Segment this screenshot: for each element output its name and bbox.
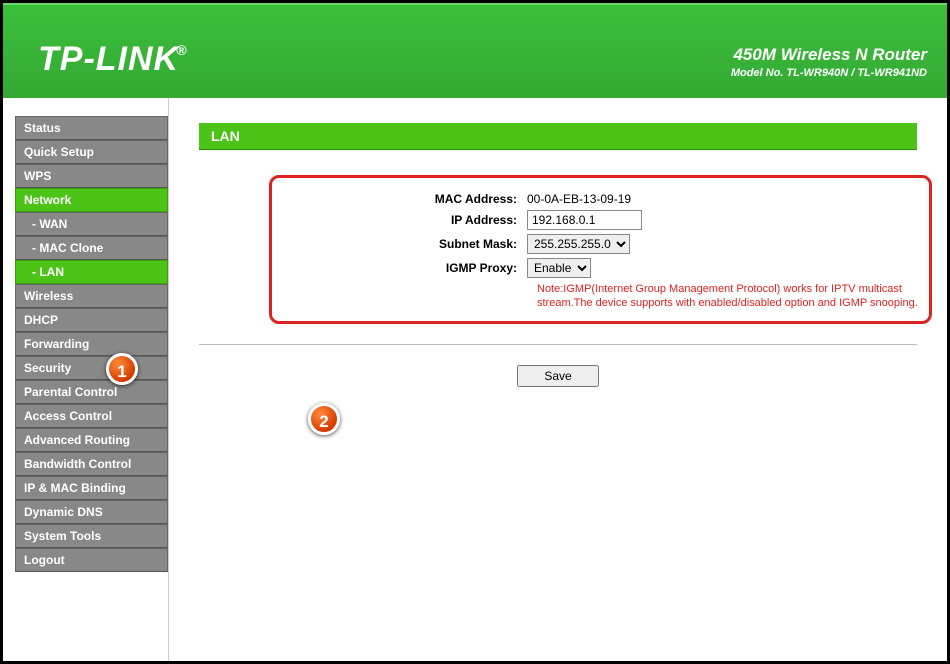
sidebar-item-network[interactable]: Network (15, 188, 168, 212)
row-mask: Subnet Mask: 255.255.255.0 (277, 234, 924, 254)
label-ip: IP Address: (277, 213, 527, 227)
sidebar-item-access-control[interactable]: Access Control (15, 404, 168, 428)
label-mac: MAC Address: (277, 192, 527, 206)
sidebar-item-parental-control[interactable]: Parental Control (15, 380, 168, 404)
sidebar-item-label: Dynamic DNS (24, 505, 103, 519)
sidebar-item-wps[interactable]: WPS (15, 164, 168, 188)
sidebar-item-dynamic-dns[interactable]: Dynamic DNS (15, 500, 168, 524)
sidebar-item-dhcp[interactable]: DHCP (15, 308, 168, 332)
sidebar-item-label: Forwarding (24, 337, 89, 351)
product-model: Model No. TL-WR940N / TL-WR941ND (731, 67, 927, 79)
value-mac: 00-0A-EB-13-09-19 (527, 192, 631, 206)
row-igmp: IGMP Proxy: Enable (277, 258, 924, 278)
label-mask: Subnet Mask: (277, 237, 527, 251)
sidebar-item-label: DHCP (24, 313, 58, 327)
app-window: TP-LINK® 450M Wireless N Router Model No… (0, 0, 950, 664)
sidebar-item-label: Status (24, 121, 61, 135)
sidebar-item-status[interactable]: Status (15, 116, 168, 140)
sidebar-item-label: Wireless (24, 289, 73, 303)
sidebar-item-label: - LAN (32, 265, 64, 279)
annotation-badge-2: 2 (308, 403, 340, 435)
sidebar-item-bandwidth-control[interactable]: Bandwidth Control (15, 452, 168, 476)
logo-reg: ® (176, 42, 187, 58)
sidebar-item-label: Logout (24, 553, 65, 567)
row-mac: MAC Address: 00-0A-EB-13-09-19 (277, 192, 924, 206)
select-igmp-proxy[interactable]: Enable (527, 258, 591, 278)
sidebar-item-label: - WAN (32, 217, 67, 231)
header-right: 450M Wireless N Router Model No. TL-WR94… (731, 45, 927, 79)
body: Status Quick Setup WPS Network - WAN - MAC Cl… (3, 98, 947, 661)
sidebar-item-label: Bandwidth Control (24, 457, 131, 471)
row-ip: IP Address: (277, 210, 924, 230)
sidebar-item-ip-mac-binding[interactable]: IP & MAC Binding (15, 476, 168, 500)
sidebar-item-wireless[interactable]: Wireless (15, 284, 168, 308)
igmp-note: Note:IGMP(Internet Group Management Prot… (537, 282, 924, 311)
sidebar-item-advanced-routing[interactable]: Advanced Routing (15, 428, 168, 452)
input-ip-address[interactable] (527, 210, 642, 230)
brand-logo: TP-LINK® (38, 40, 190, 79)
sidebar-item-label: Security (24, 361, 71, 375)
save-row: Save (169, 365, 947, 387)
sidebar-item-security[interactable]: Security (15, 356, 168, 380)
divider (199, 344, 917, 345)
sidebar-item-label: Network (24, 193, 71, 207)
sidebar-item-label: - MAC Clone (32, 241, 103, 255)
lan-form-highlight: MAC Address: 00-0A-EB-13-09-19 IP Addres… (269, 175, 932, 324)
sidebar-item-quick-setup[interactable]: Quick Setup (15, 140, 168, 164)
sidebar-item-label: System Tools (24, 529, 101, 543)
sidebar-item-label: Parental Control (24, 385, 117, 399)
label-igmp: IGMP Proxy: (277, 261, 527, 275)
header: TP-LINK® 450M Wireless N Router Model No… (3, 3, 947, 98)
sidebar-item-forwarding[interactable]: Forwarding (15, 332, 168, 356)
page-title: LAN (199, 123, 917, 150)
select-subnet-mask[interactable]: 255.255.255.0 (527, 234, 630, 254)
sidebar-item-label: WPS (24, 169, 51, 183)
sidebar-item-label: Advanced Routing (24, 433, 130, 447)
annotation-badge-1: 1 (106, 353, 138, 385)
sidebar-item-mac-clone[interactable]: - MAC Clone (15, 236, 168, 260)
save-button[interactable]: Save (517, 365, 598, 387)
sidebar-item-label: Quick Setup (24, 145, 94, 159)
sidebar: Status Quick Setup WPS Network - WAN - MAC Cl… (3, 98, 168, 661)
logo-text: TP-LINK (38, 40, 179, 78)
main-panel: LAN MAC Address: 00-0A-EB-13-09-19 IP Ad… (168, 98, 947, 661)
product-title: 450M Wireless N Router (731, 45, 927, 65)
sidebar-item-label: IP & MAC Binding (24, 481, 126, 495)
sidebar-item-wan[interactable]: - WAN (15, 212, 168, 236)
sidebar-item-label: Access Control (24, 409, 112, 423)
sidebar-item-logout[interactable]: Logout (15, 548, 168, 572)
sidebar-item-system-tools[interactable]: System Tools (15, 524, 168, 548)
sidebar-item-lan[interactable]: - LAN (15, 260, 168, 284)
